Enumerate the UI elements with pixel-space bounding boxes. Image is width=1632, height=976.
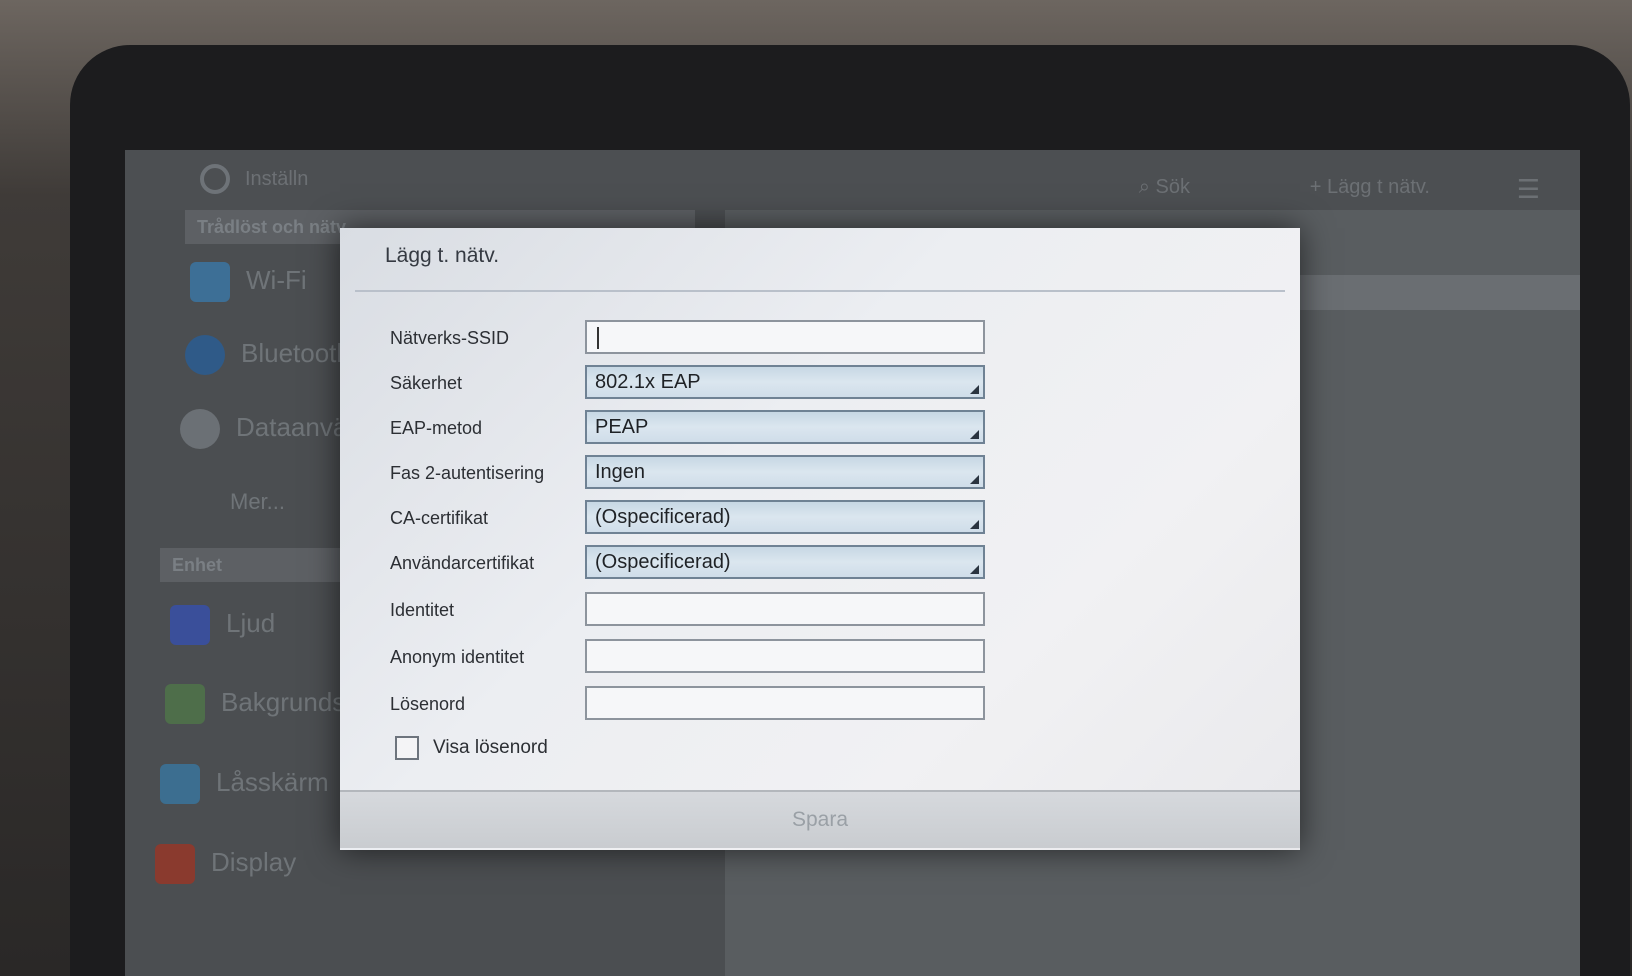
ca-cert-value: (Ospecificerad): [595, 506, 731, 528]
action-bar: Inställn ⌕ Sök + Lägg t nätv. ☰: [125, 150, 1580, 210]
eap-method-label: EAP-metod: [390, 418, 483, 438]
add-network-label: Lägg t nätv.: [1326, 176, 1430, 198]
security-value: 802.1x EAP: [595, 371, 701, 393]
settings-item-label: Bakgrunds: [221, 687, 346, 717]
form-row-security: Säkerhet 802.1x EAP: [390, 365, 990, 405]
ca-cert-select[interactable]: (Ospecificerad): [585, 500, 985, 534]
data-usage-icon: [180, 409, 220, 450]
form-row-password: Lösenord: [390, 686, 990, 726]
settings-item-sound[interactable]: Ljud: [170, 598, 275, 648]
settings-item-display[interactable]: Display: [155, 837, 296, 887]
form-row-user-cert: Användarcertifikat (Ospecificerad): [390, 545, 990, 585]
dialog-divider: [355, 290, 1285, 292]
password-label: Lösenord: [390, 694, 466, 714]
phase2-select[interactable]: Ingen: [585, 455, 985, 489]
sound-icon: [170, 605, 210, 646]
form-row-phase2: Fas 2-autentisering Ingen: [390, 455, 990, 495]
settings-item-wallpaper[interactable]: Bakgrunds: [165, 677, 345, 727]
menu-icon[interactable]: ☰: [1517, 174, 1540, 205]
add-network-dialog: Lägg t. nätv. Nätverks-SSID Säkerhet 802…: [340, 228, 1300, 850]
form-row-ca-cert: CA-certifikat (Ospecificerad): [390, 500, 990, 540]
dropdown-caret-icon: [970, 565, 979, 574]
settings-item-bluetooth[interactable]: Bluetooth: [185, 328, 351, 378]
anon-identity-input[interactable]: [585, 639, 985, 673]
add-network-button[interactable]: + Lägg t nätv.: [1310, 176, 1430, 199]
settings-item-lockscreen[interactable]: Låsskärm: [160, 757, 329, 807]
anon-identity-label: Anonym identitet: [390, 647, 525, 667]
phase2-value: Ingen: [595, 461, 646, 483]
ssid-input[interactable]: [585, 320, 985, 354]
settings-item-wifi[interactable]: Wi-Fi: [190, 255, 307, 305]
eap-method-select[interactable]: PEAP: [585, 410, 985, 444]
text-cursor: [597, 327, 599, 349]
display-icon: [155, 844, 195, 885]
identity-label: Identitet: [390, 600, 455, 620]
wallpaper-icon: [165, 684, 205, 725]
security-label: Säkerhet: [390, 373, 463, 393]
lock-icon: [160, 764, 200, 805]
dropdown-caret-icon: [970, 385, 979, 394]
form-row-identity: Identitet: [390, 592, 990, 632]
settings-item-label: Bluetooth: [241, 338, 351, 368]
detail-header-bar: [1275, 275, 1580, 310]
ca-cert-label: CA-certifikat: [390, 508, 489, 528]
password-input[interactable]: [585, 686, 985, 720]
security-select[interactable]: 802.1x EAP: [585, 365, 985, 399]
settings-item-label: Ljud: [226, 608, 276, 638]
dropdown-caret-icon: [970, 520, 979, 529]
dropdown-caret-icon: [970, 475, 979, 484]
user-cert-label: Användarcertifikat: [390, 553, 535, 573]
save-button[interactable]: Spara: [340, 790, 1300, 848]
settings-item-label: Låsskärm: [216, 767, 329, 797]
app-title: Inställn: [245, 168, 309, 190]
identity-input[interactable]: [585, 592, 985, 626]
show-password-label: Visa lösenord: [433, 737, 548, 758]
settings-gear-icon: [200, 164, 230, 194]
show-password-checkbox[interactable]: [395, 736, 419, 760]
form-row-eap-method: EAP-metod PEAP: [390, 410, 990, 450]
eap-method-value: PEAP: [595, 416, 649, 438]
settings-item-data-usage[interactable]: Dataanvän: [180, 402, 362, 452]
settings-item-more[interactable]: Mer...: [230, 477, 285, 527]
search-button[interactable]: ⌕ Sök: [1139, 176, 1190, 199]
dropdown-caret-icon: [970, 430, 979, 439]
search-label: Sök: [1155, 176, 1190, 198]
dialog-title: Lägg t. nätv.: [385, 244, 500, 267]
phase2-label: Fas 2-autentisering: [390, 463, 545, 483]
ssid-label: Nätverks-SSID: [390, 328, 510, 348]
user-cert-select[interactable]: (Ospecificerad): [585, 545, 985, 579]
settings-item-label: Wi-Fi: [246, 265, 307, 295]
wifi-icon: [190, 262, 230, 303]
form-row-ssid: Nätverks-SSID: [390, 320, 990, 360]
settings-item-label: Display: [211, 847, 297, 877]
bluetooth-icon: [185, 335, 225, 376]
form-row-anon-identity: Anonym identitet: [390, 639, 990, 679]
user-cert-value: (Ospecificerad): [595, 551, 731, 573]
